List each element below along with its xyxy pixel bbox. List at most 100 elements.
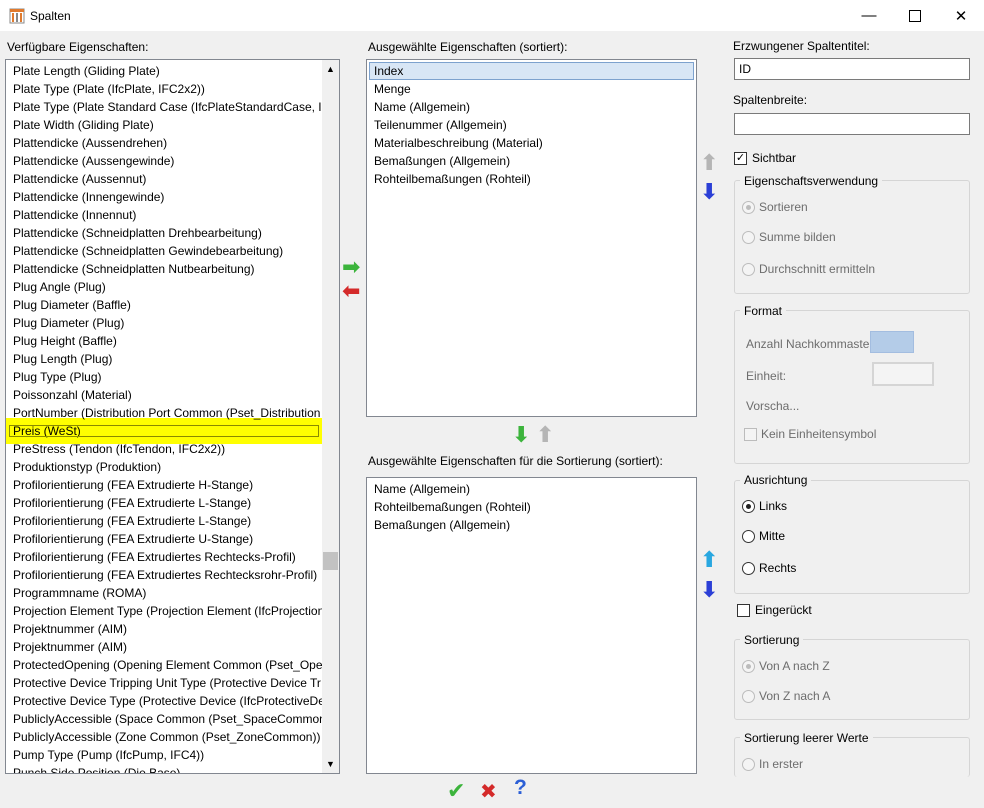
list-item[interactable]: Plug Height (Baffle) [6,332,322,350]
align-right-radio[interactable] [742,562,755,575]
list-item[interactable]: Index [369,62,694,80]
list-item[interactable]: Projection Element Type (Projection Elem… [6,602,324,620]
ok-icon[interactable]: ✔ [447,778,465,804]
sort-a-to-z-radio[interactable] [742,660,755,673]
move-from-sort-arrow-icon[interactable]: ⬆ [536,424,554,446]
list-item[interactable]: Projektnummer (AIM) [6,638,322,656]
forced-title-input[interactable]: ID [734,58,970,80]
list-item[interactable]: Profilorientierung (FEA Extrudierte L-St… [6,512,322,530]
list-item[interactable]: Rohteilbemaßungen (Rohteil) [367,170,696,188]
cancel-icon[interactable]: ✖ [480,779,497,804]
indented-checkbox[interactable] [737,604,750,617]
decimals-input[interactable] [870,331,914,353]
visible-checkbox[interactable]: ✓ [734,152,747,165]
list-item[interactable]: Plattendicke (Innengewinde) [6,188,322,206]
list-item[interactable]: Plattendicke (Aussendrehen) [6,134,322,152]
move-up-arrow-icon[interactable]: ⬆ [700,152,718,174]
usage-average-label: Durchschnitt ermitteln [759,262,876,276]
close-button[interactable]: ✕ [938,0,984,31]
sorting-properties-list[interactable]: Name (Allgemein) Rohteilbemaßungen (Rohte… [366,477,697,774]
list-item[interactable]: Pump Type (Pump (IfcPump, IFC4)) [6,746,322,764]
usage-group-title: Eigenschaftsverwendung [740,174,883,188]
align-center-radio[interactable] [742,530,755,543]
list-item[interactable]: Projektnummer (AIM) [6,620,322,638]
selected-properties-list[interactable]: Index Menge Name (Allgemein) Teilenummer (A… [366,59,697,417]
list-item[interactable]: Profilorientierung (FEA Extrudierte U-St… [6,530,322,548]
help-icon[interactable]: ? [514,776,527,800]
list-item[interactable]: Plug Diameter (Plug) [6,314,322,332]
list-item[interactable]: Plug Angle (Plug) [6,278,322,296]
list-item[interactable]: Plate Length (Gliding Plate) [6,62,322,80]
list-item[interactable]: PubliclyAccessible (Zone Common (Pset_Zo… [6,728,322,746]
list-item[interactable]: Name (Allgemein) [367,480,696,498]
list-item[interactable]: Plattendicke (Schneidplatten Gewindebear… [6,242,322,260]
list-item[interactable]: PubliclyAccessible (Space Common (Pset_S… [6,710,334,728]
align-left-label: Links [759,499,788,513]
sorting-properties-label: Ausgewählte Eigenschaften für die Sortie… [368,454,663,468]
add-property-arrow-icon[interactable]: ➡ [342,256,360,278]
list-item[interactable]: Poissonzahl (Material) [6,386,322,404]
list-item[interactable]: Bemaßungen (Allgemein) [367,516,696,534]
list-item[interactable]: PreStress (Tendon (IfcTendon, IFC2x2)) [6,440,322,458]
list-item[interactable]: Plattendicke (Aussengewinde) [6,152,322,170]
list-item[interactable]: Profilorientierung (FEA Extrudiertes Rec… [6,566,322,584]
list-item[interactable]: PortNumber (Distribution Port Common (Ps… [6,404,322,422]
scroll-down-icon[interactable]: ▼ [326,759,335,769]
list-item[interactable]: Preis (WeSt) [6,422,322,440]
list-item[interactable]: Plattendicke (Innennut) [6,206,322,224]
list-item[interactable]: Plug Length (Plug) [6,350,322,368]
list-item[interactable]: Menge [367,80,696,98]
window-title: Spalten [30,9,71,23]
sort-a-to-z-label: Von A nach Z [759,659,830,673]
unit-select[interactable] [872,362,934,386]
list-item[interactable]: Programmname (ROMA) [6,584,322,602]
list-item[interactable]: Materialbeschreibung (Material) [367,134,696,152]
scroll-thumb[interactable] [323,552,338,570]
maximize-button[interactable] [892,0,938,31]
list-item[interactable]: Punch Side Position (Die Base) [6,764,322,773]
list-item[interactable]: Protective Device Tripping Unit Type (Pr… [6,674,322,692]
remove-property-arrow-icon[interactable]: ⬅ [342,280,360,302]
list-item[interactable]: Produktionstyp (Produktion) [6,458,322,476]
close-icon: ✕ [954,7,968,25]
sort-z-to-a-radio[interactable] [742,690,755,703]
list-item[interactable]: Plate Width (Gliding Plate) [6,116,322,134]
list-item[interactable]: Plate Type (Plate Standard Case (IfcPlat… [6,98,339,116]
list-item[interactable]: Protective Device Type (Protective Devic… [6,692,331,710]
list-item[interactable]: Profilorientierung (FEA Extrudierte H-St… [6,476,322,494]
list-item[interactable]: Plattendicke (Schneidplatten Nutbearbeit… [6,260,322,278]
no-unit-checkbox[interactable] [744,428,757,441]
list-item[interactable]: Teilenummer (Allgemein) [367,116,696,134]
sort-move-down-arrow-icon[interactable]: ⬇ [700,579,718,601]
decimals-label: Anzahl Nachkommastel [746,337,870,351]
usage-sum-radio[interactable] [742,231,755,244]
move-down-arrow-icon[interactable]: ⬇ [700,181,718,203]
move-to-sort-arrow-icon[interactable]: ⬇ [512,424,530,446]
list-item[interactable]: Bemaßungen (Allgemein) [367,152,696,170]
list-item[interactable]: Name (Allgemein) [367,98,696,116]
usage-sort-radio[interactable] [742,201,755,214]
align-left-radio[interactable] [742,500,755,513]
usage-average-radio[interactable] [742,263,755,276]
list-item[interactable]: Profilorientierung (FEA Extrudiertes Rec… [6,548,322,566]
list-item[interactable]: Plattendicke (Schneidplatten Drehbearbei… [6,224,322,242]
unit-label: Einheit: [746,369,787,383]
available-properties-label: Verfügbare Eigenschaften: [7,40,149,54]
minimize-button[interactable]: — [846,0,892,31]
sort-move-up-arrow-icon[interactable]: ⬆ [700,549,718,571]
list-item[interactable]: Profilorientierung (FEA Extrudierte L-St… [6,494,322,512]
scroll-up-icon[interactable]: ▲ [326,64,335,74]
list-item[interactable]: Plattendicke (Aussennut) [6,170,322,188]
list-item[interactable]: Plate Type (Plate (IfcPlate, IFC2x2)) [6,80,322,98]
indented-label: Eingerückt [755,603,812,617]
sort-z-to-a-label: Von Z nach A [759,689,831,703]
list-item[interactable]: ProtectedOpening (Opening Element Common… [6,656,327,674]
list-item[interactable]: Plug Diameter (Baffle) [6,296,322,314]
empty-first-radio[interactable] [742,758,755,771]
list-item[interactable]: Plug Type (Plug) [6,368,322,386]
available-properties-list[interactable]: Plate Length (Gliding Plate) Plate Type (… [5,59,340,774]
list-item[interactable]: Rohteilbemaßungen (Rohteil) [367,498,696,516]
column-width-input[interactable] [734,113,970,135]
column-width-label: Spaltenbreite: [733,93,808,107]
vertical-scrollbar[interactable]: ▲ ▼ [322,60,339,773]
